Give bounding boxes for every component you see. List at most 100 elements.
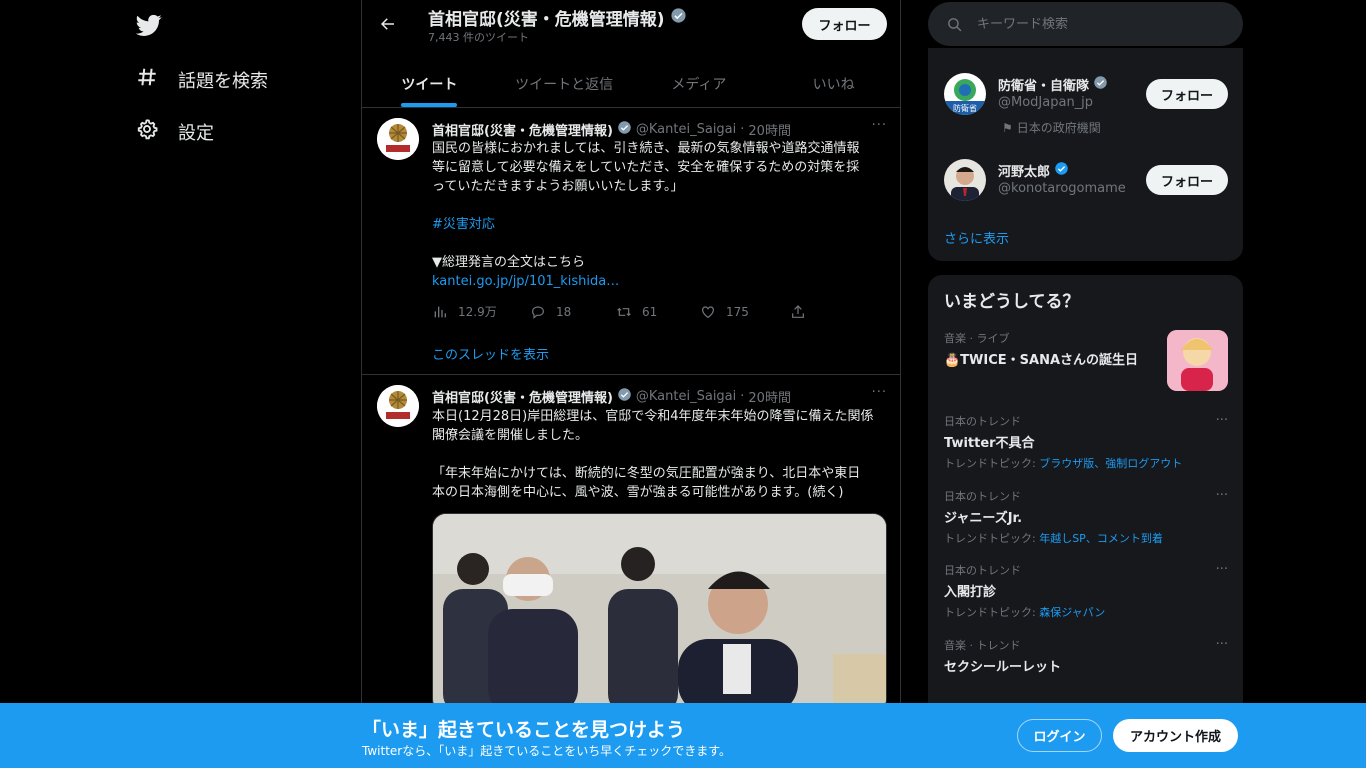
back-button[interactable]	[374, 10, 402, 38]
follow-button[interactable]: フォロー	[802, 8, 887, 40]
verified-badge-icon	[1054, 161, 1069, 180]
trend-category: 日本のトレンド	[944, 490, 1021, 503]
author-handle: @Kantei_Saigai	[635, 389, 737, 404]
tab-media[interactable]: メディア	[632, 60, 767, 107]
meeting-photo-image	[433, 514, 886, 712]
trends-title: いまどうしてる？	[944, 292, 1080, 312]
gear-icon	[136, 118, 158, 145]
more-options-icon[interactable]: ···	[1216, 413, 1228, 428]
more-options-icon[interactable]: ···	[1216, 488, 1228, 503]
tab-likes[interactable]: いいね	[766, 60, 901, 107]
trend-image	[1167, 330, 1228, 391]
tweet-actions: 12.9万 18 61 175	[432, 303, 806, 320]
avatar[interactable]	[944, 159, 986, 201]
profile-name-text: 首相官邸(災害・危機管理情報)	[428, 10, 665, 30]
search-box[interactable]	[928, 2, 1243, 46]
follow-button[interactable]: フォロー	[1146, 79, 1228, 109]
retweet-button[interactable]: 61	[616, 304, 700, 320]
trend-name: 入閣打診	[944, 585, 997, 600]
more-options-icon[interactable]: ···	[872, 385, 887, 400]
main-column: 首相官邸(災害・危機管理情報) 7,443 件のツイート フォロー ツイート ツ…	[361, 0, 901, 768]
trend-topics-prefix: トレンドトピック:	[944, 606, 1040, 619]
avatar[interactable]	[377, 118, 419, 160]
tweet-line: 本日(12月28日)岸田総理は、官邸で令和4年度年末年始の降雪に備えた関係	[432, 409, 874, 424]
tab-tweets-and-replies[interactable]: ツイートと返信	[497, 60, 632, 107]
avatar[interactable]: 防衛省	[944, 73, 986, 115]
separator: ·	[740, 389, 745, 404]
verified-badge-icon	[617, 120, 632, 139]
login-button[interactable]: ログイン	[1017, 719, 1102, 752]
trend-name: Twitter不具合	[944, 436, 1035, 451]
tweet-count: 7,443 件のツイート	[428, 31, 529, 44]
right-sidebar: 防衛省 防衛省・自衛隊 @ModJapan_jp ⚑ 日本の政府機関 フォロー	[928, 0, 1243, 768]
search-icon	[948, 17, 962, 31]
hashtag-link[interactable]: #災害対応	[432, 215, 887, 234]
signup-banner: 「いま」起きていることを見つけよう Twitterなら、「いま」起きていることを…	[0, 703, 1366, 768]
like-button[interactable]: 175	[700, 304, 790, 320]
nav-item-explore[interactable]: 話題を検索	[136, 66, 268, 93]
who-to-follow-panel: 防衛省 防衛省・自衛隊 @ModJapan_jp ⚑ 日本の政府機関 フォロー	[928, 48, 1243, 261]
follow-suggestion[interactable]: 河野太郎 @konotarogomame フォロー	[944, 159, 1228, 219]
suggestion-name: 防衛省・自衛隊	[998, 75, 1108, 94]
tweet-line: 等に留意して必要な備えをしていただき、安全を確保するための対策を採	[432, 160, 860, 175]
trend-topics-prefix: トレンドトピック:	[944, 457, 1040, 470]
author-name[interactable]: 首相官邸(災害・危機管理情報)	[432, 387, 613, 406]
trend-topics-prefix: トレンドトピック:	[944, 532, 1040, 545]
share-icon	[792, 304, 804, 318]
tweet-line: っていただきますようお願いいたします。」	[432, 179, 684, 194]
nav-item-label: 話題を検索	[178, 70, 268, 92]
trend-topics: トレンドトピック: ブラウザ版、強制ログアウト	[944, 455, 1228, 471]
nav-item-label: 設定	[178, 122, 214, 144]
show-more-link[interactable]: さらに表示	[944, 228, 1009, 247]
trend-topics-links[interactable]: 年越しSP、コメント到着	[1039, 532, 1163, 545]
reply-button[interactable]: 18	[530, 304, 616, 320]
tweet-line: 本の日本海側を中心に、風や波、雪が強まる可能性があります。(続く)	[432, 485, 844, 500]
tab-tweets[interactable]: ツイート	[362, 60, 497, 107]
tweet-line	[432, 445, 887, 464]
trend-topics: トレンドトピック: 森保ジャパン	[944, 604, 1228, 620]
author-handle: @Kantei_Saigai	[635, 122, 737, 137]
follow-suggestion[interactable]: 防衛省 防衛省・自衛隊 @ModJapan_jp ⚑ 日本の政府機関 フォロー	[944, 73, 1228, 136]
share-button[interactable]	[790, 304, 806, 320]
separator: ·	[740, 122, 745, 137]
trend-item[interactable]: 音楽 · ライブ 🎂TWICE・SANAさんの誕生日	[944, 330, 1228, 391]
trend-topics: トレンドトピック: 年越しSP、コメント到着	[944, 530, 1228, 546]
views-button[interactable]: 12.9万	[432, 303, 530, 320]
show-thread-link[interactable]: このスレッドを表示	[432, 344, 549, 363]
affiliation-label: ⚑ 日本の政府機関	[1002, 119, 1101, 136]
nav-item-settings[interactable]: 設定	[136, 118, 214, 145]
more-options-icon[interactable]: ···	[1216, 562, 1228, 577]
app-root: 話題を検索 設定 首相官邸(災害・危機管理情報) 7,443 件のツイート フォ…	[0, 0, 1366, 768]
trend-topics-links[interactable]: 森保ジャパン	[1039, 606, 1105, 619]
trend-item[interactable]: 音楽 · トレンド セクシールーレット ···	[944, 637, 1228, 675]
more-options-icon[interactable]: ···	[872, 118, 887, 133]
trend-item[interactable]: 日本のトレンド ジャニーズJr. トレンドトピック: 年越しSP、コメント到着 …	[944, 488, 1228, 546]
tweet-header: 首相官邸(災害・危機管理情報) @Kantei_Saigai · 20時間	[432, 387, 791, 406]
tweet-photo[interactable]	[432, 513, 887, 713]
author-name[interactable]: 首相官邸(災害・危機管理情報)	[432, 120, 613, 139]
follow-button[interactable]: フォロー	[1146, 165, 1228, 195]
trend-item[interactable]: 日本のトレンド Twitter不具合 トレンドトピック: ブラウザ版、強制ログア…	[944, 413, 1228, 471]
url-link[interactable]: kantei.go.jp/jp/101_kishida…	[432, 272, 887, 291]
trend-item[interactable]: 日本のトレンド 入閣打診 トレンドトピック: 森保ジャパン ···	[944, 562, 1228, 620]
tweet-time[interactable]: 20時間	[748, 120, 791, 139]
reply-icon	[532, 305, 544, 319]
tweet[interactable]: 首相官邸(災害・危機管理情報) @Kantei_Saigai · 20時間 ··…	[362, 108, 901, 375]
trends-panel: いまどうしてる？ 音楽 · ライブ 🎂TWICE・SANAさんの誕生日 日本のト…	[928, 275, 1243, 715]
reply-count: 18	[556, 304, 572, 319]
search-input[interactable]	[977, 16, 1217, 32]
tweet-line: 「年末年始にかけては、断続的に冬型の気圧配置が強まり、北日本や東日	[432, 466, 861, 481]
tweet-line: 閣僚会議を開催しました。	[432, 428, 589, 443]
signup-button[interactable]: アカウント作成	[1113, 719, 1238, 752]
more-options-icon[interactable]: ···	[1216, 637, 1228, 652]
suggestion-handle: @ModJapan_jp	[998, 95, 1094, 110]
avatar[interactable]	[377, 385, 419, 427]
twitter-bird-icon[interactable]	[135, 12, 162, 38]
verified-badge-icon	[670, 7, 687, 29]
tweet-time[interactable]: 20時間	[748, 387, 791, 406]
trend-topics-links[interactable]: ブラウザ版、強制ログアウト	[1039, 457, 1182, 470]
verified-badge-icon	[1093, 75, 1108, 94]
tweet-text: 本日(12月28日)岸田総理は、官邸で令和4年度年末年始の降雪に備えた関係 閣僚…	[432, 407, 887, 502]
suggestion-name: 河野太郎	[998, 161, 1069, 180]
heart-icon	[702, 305, 714, 318]
